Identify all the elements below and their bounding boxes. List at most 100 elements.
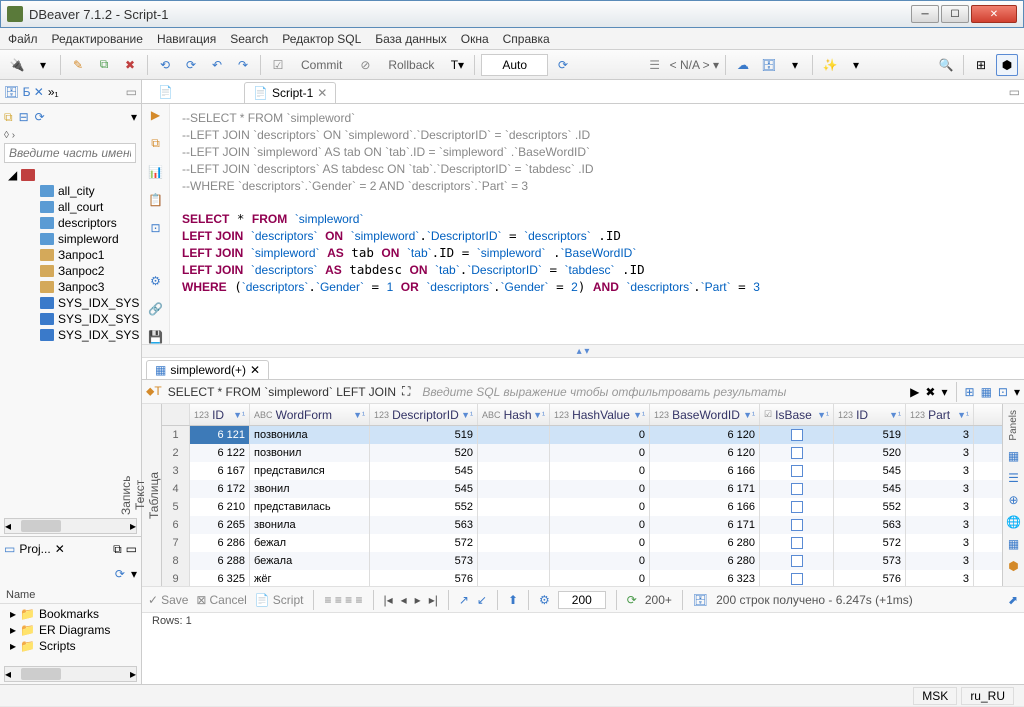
new-sql-icon[interactable]: ✎: [67, 54, 89, 76]
db-icon[interactable]: 🗄: [758, 54, 780, 76]
prev-page-icon[interactable]: ◂: [401, 593, 407, 607]
menu-sql-editor[interactable]: Редактор SQL: [282, 32, 361, 46]
nav-filter-input[interactable]: [4, 143, 136, 163]
filter-hint[interactable]: Введите SQL выражение чтобы отфильтроват…: [416, 385, 904, 399]
menu-help[interactable]: Справка: [503, 32, 550, 46]
tree-item-query[interactable]: Запрос2: [2, 263, 139, 279]
import-icon[interactable]: ↙: [477, 593, 487, 607]
config-icon[interactable]: ⊡: [998, 385, 1008, 399]
panel-icon[interactable]: 🌐: [1006, 515, 1021, 529]
tx-undo-icon[interactable]: ↶: [206, 54, 228, 76]
result-grid[interactable]: 123 ID▼¹ ABC WordForm▼¹ 123 DescriptorID…: [162, 404, 1002, 586]
result-tab[interactable]: ▦ simpleword(+) ✕: [146, 360, 269, 379]
tree-item-index[interactable]: SYS_IDX_SYS_P: [2, 295, 139, 311]
menu-icon[interactable]: ▾: [1014, 385, 1020, 399]
sql-editor[interactable]: --SELECT * FROM `simpleword` --LEFT JOIN…: [170, 104, 1024, 344]
next-page-icon[interactable]: ▸: [415, 593, 421, 607]
editor-tab[interactable]: 📄 Script-1 ✕: [244, 82, 336, 103]
dropdown2-icon[interactable]: ▾: [784, 54, 806, 76]
panels-label[interactable]: Panels: [1008, 410, 1019, 441]
datasource-icon[interactable]: ☰: [644, 54, 666, 76]
column-header[interactable]: 123 ID▼¹: [190, 404, 250, 425]
dbeaver-perspective-icon[interactable]: ⬢: [996, 54, 1018, 76]
column-header[interactable]: 123 BaseWordID▼¹: [650, 404, 760, 425]
table-row[interactable]: 36 167представился54506 1665453: [162, 462, 1002, 480]
panel-icon[interactable]: ▦: [1008, 537, 1019, 551]
db-navigator-tab[interactable]: 🗄 Б ✕: [4, 85, 44, 99]
perspective-icon[interactable]: ⊞: [970, 54, 992, 76]
tree-item-index[interactable]: SYS_IDX_SYS_P: [2, 327, 139, 343]
gear-icon[interactable]: ⚙: [150, 274, 161, 288]
tree-item-table[interactable]: all_court: [2, 199, 139, 215]
table-row[interactable]: 66 265звонила56306 1715633: [162, 516, 1002, 534]
project-folder[interactable]: ▸ 📁 Scripts: [2, 638, 139, 654]
menu-window[interactable]: Окна: [461, 32, 489, 46]
tree-item-index[interactable]: SYS_IDX_SYS_P: [2, 311, 139, 327]
dropdown-icon[interactable]: ▾: [32, 54, 54, 76]
column-header[interactable]: ABC Hash▼¹: [478, 404, 550, 425]
record-icon[interactable]: ▦: [981, 385, 992, 399]
panel-icon[interactable]: ☰: [1008, 471, 1019, 485]
splitter[interactable]: ▴ ▾: [142, 344, 1024, 358]
tree-root[interactable]: ◢: [2, 167, 139, 183]
panel-icon[interactable]: ⊕: [1008, 493, 1018, 507]
table-row[interactable]: 76 286бежал57206 2805723: [162, 534, 1002, 552]
tx-redo-icon[interactable]: ↷: [232, 54, 254, 76]
refresh-nav-icon[interactable]: ⟳: [35, 110, 45, 124]
detach-icon[interactable]: ⬈: [1008, 593, 1018, 607]
last-page-icon[interactable]: ▸|: [429, 593, 438, 607]
table-row[interactable]: 96 325жёг57606 3235763: [162, 570, 1002, 586]
script-icon[interactable]: 📄: [154, 81, 177, 103]
minimize-panel-icon[interactable]: ▭: [126, 85, 137, 99]
rollback-icon[interactable]: ⊘: [354, 54, 376, 76]
save-sql-icon[interactable]: 💾: [148, 330, 163, 344]
tree-item-table[interactable]: all_city: [2, 183, 139, 199]
menu-search[interactable]: Search: [230, 32, 268, 46]
table-row[interactable]: 46 172звонил54506 1715453: [162, 480, 1002, 498]
maximize-editor-icon[interactable]: ▭: [1005, 81, 1024, 103]
tree-item-table[interactable]: simpleword: [2, 231, 139, 247]
table-row[interactable]: 86 288бежала57306 2805733: [162, 552, 1002, 570]
projects-close-icon[interactable]: ✕: [55, 542, 65, 556]
export-data-icon[interactable]: ⬆: [508, 593, 518, 607]
result-view-tabs[interactable]: Таблица Текст Запись: [142, 404, 162, 586]
nav-scrollbar[interactable]: ◂▸: [4, 518, 137, 534]
link-icon[interactable]: ⧉: [4, 110, 13, 125]
tx-mode-icon[interactable]: Т▾: [446, 54, 468, 76]
commit-icon[interactable]: ☑: [267, 54, 289, 76]
link-editor-icon[interactable]: 🔗: [148, 302, 163, 316]
collapse-icon[interactable]: ⊟: [19, 110, 29, 124]
new-connection-icon[interactable]: 🔌: [6, 54, 28, 76]
tree-item-table[interactable]: descriptors: [2, 215, 139, 231]
run-script-icon[interactable]: ⧉: [151, 136, 160, 151]
table-row[interactable]: 16 121позвонила51906 1205193: [162, 426, 1002, 444]
column-header[interactable]: 123 DescriptorID▼¹: [370, 404, 478, 425]
panels-icon[interactable]: ⊞: [965, 385, 975, 399]
menu-file[interactable]: Файл: [8, 32, 38, 46]
column-header[interactable]: 123 Part▼¹: [906, 404, 974, 425]
explain-icon[interactable]: 📊: [148, 165, 163, 179]
export-icon[interactable]: ↗: [459, 593, 469, 607]
sql-console-icon[interactable]: ⧉: [93, 54, 115, 76]
first-page-icon[interactable]: |◂: [384, 593, 393, 607]
page-size-input[interactable]: [558, 591, 606, 609]
column-header[interactable]: 123 HashValue▼¹: [550, 404, 650, 425]
column-header[interactable]: ABC WordForm▼¹: [250, 404, 370, 425]
close-result-icon[interactable]: ✕: [250, 363, 260, 377]
proj-scrollbar[interactable]: ◂▸: [4, 666, 137, 682]
tree-item-query[interactable]: Запрос1: [2, 247, 139, 263]
project-folder[interactable]: ▸ 📁 Bookmarks: [2, 606, 139, 622]
project-folder[interactable]: ▸ 📁 ER Diagrams: [2, 622, 139, 638]
wand-icon[interactable]: ✨: [819, 54, 841, 76]
minimize-button[interactable]: ─: [911, 5, 939, 23]
refresh-icon[interactable]: ⟳: [552, 54, 574, 76]
tx-icon[interactable]: ⟲: [154, 54, 176, 76]
dropdown3-icon[interactable]: ▾: [845, 54, 867, 76]
edit-icons[interactable]: ≡ ≡ ≡ ≡: [324, 593, 362, 607]
column-header[interactable]: ☑ IsBase▼¹: [760, 404, 834, 425]
menu-edit[interactable]: Редактирование: [52, 32, 143, 46]
cancel-button[interactable]: ⊠ Cancel: [196, 593, 246, 607]
cancel-icon[interactable]: ✖: [119, 54, 141, 76]
stop-icon[interactable]: ⊡: [150, 221, 160, 235]
script-button[interactable]: 📄 Script: [255, 593, 304, 607]
